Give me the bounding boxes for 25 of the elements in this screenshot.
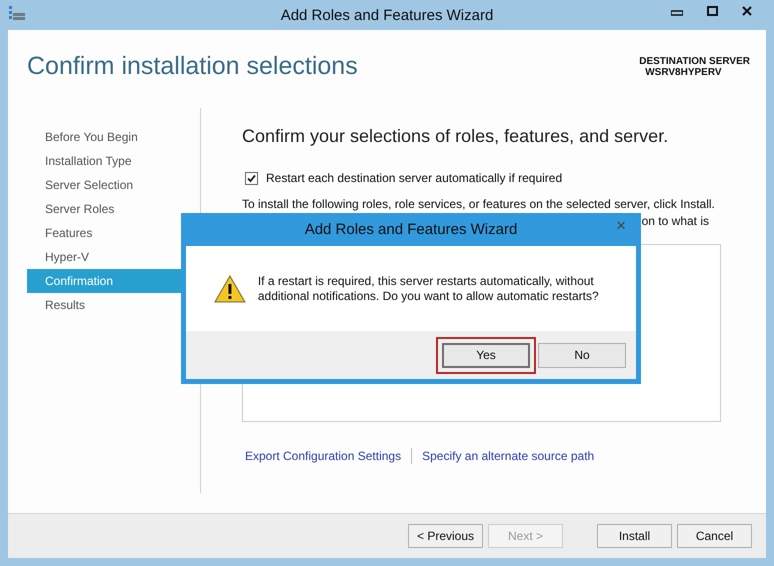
section-heading: Confirm your selections of roles, features, and server. xyxy=(242,126,670,147)
dialog-button[interactable]: No xyxy=(538,342,626,368)
link[interactable]: Specify an alternate source path xyxy=(422,449,594,463)
sidebar-item[interactable]: Before You Begin xyxy=(27,125,200,149)
wizard-button[interactable]: Install xyxy=(597,524,672,548)
sidebar-item[interactable]: Server Roles xyxy=(27,197,200,221)
instructions-text: To install the following roles, role services, or features on the selected server, click Install. xyxy=(242,197,716,211)
page-title: Confirm installation selections xyxy=(27,52,358,82)
server-manager-icon xyxy=(8,5,26,23)
wizard-button[interactable]: < Previous xyxy=(408,524,483,548)
close-icon[interactable] xyxy=(742,6,752,16)
checkbox[interactable] xyxy=(245,172,258,184)
sidebar-item[interactable]: Server Selection xyxy=(27,173,200,197)
window-title: Add Roles and Features Wizard xyxy=(280,6,494,24)
link[interactable]: Export Configuration Settings xyxy=(245,449,402,463)
maximize-icon[interactable] xyxy=(707,6,718,16)
destination-label: DESTINATION SERVER xyxy=(639,56,750,67)
destination-server: WSRV8HYPERV xyxy=(644,67,723,78)
dialog-message: If a restart is required, this server restarts automatically, without additional notifications. Do you want to allow automatic restarts? xyxy=(258,274,600,304)
checkbox-label: Restart each destination server automatically if required xyxy=(266,171,562,185)
warning-icon xyxy=(214,274,246,302)
wizard-button[interactable]: Cancel xyxy=(677,524,752,548)
dialog-title: Add Roles and Features Wizard xyxy=(304,221,518,238)
instructions-text: on to what is xyxy=(642,214,709,228)
sidebar-item[interactable]: Installation Type xyxy=(27,149,200,173)
